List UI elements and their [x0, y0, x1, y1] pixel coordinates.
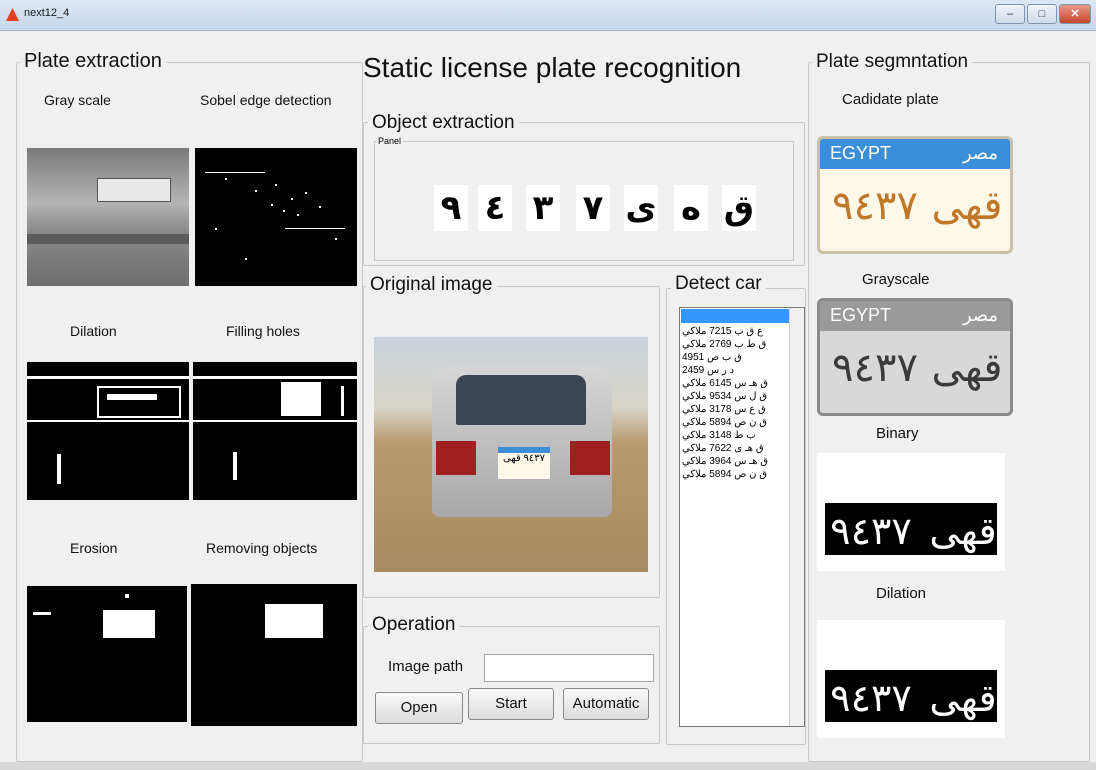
open-button[interactable]: Open — [375, 692, 463, 724]
matlab-app-icon — [6, 8, 19, 21]
original-image-title: Original image — [366, 274, 497, 296]
image-path-label: Image path — [388, 658, 464, 675]
object-extraction-title: Object extraction — [368, 112, 519, 134]
plate-country-text-gray: EGYPT — [830, 305, 892, 325]
plate-letters-text-gray: قهى — [931, 345, 1003, 391]
segmented-char-5: ى — [624, 185, 658, 231]
dilation-letters-text: قهى — [929, 676, 997, 720]
dilation-seg-label: Dilation — [876, 585, 927, 602]
panel-label: Panel — [376, 136, 404, 146]
segmented-char-2: ٤ — [478, 185, 512, 231]
list-selected-row[interactable] — [681, 309, 789, 323]
automatic-button[interactable]: Automatic — [563, 688, 649, 720]
binary-letters-text: قهى — [929, 509, 997, 553]
list-item[interactable]: د ر س 2459 — [682, 365, 786, 376]
detected-plates-list[interactable]: ع ق ب 7215 ملاكي ق ط ب 2769 ملاكي ق ب ص … — [679, 307, 805, 727]
erosion-image — [27, 586, 187, 722]
dilation-plate-image: ٩٤٣٧ قهى — [817, 620, 1005, 738]
list-item[interactable]: ع ق ب 7215 ملاكي — [682, 326, 786, 337]
binary-plate-image: ٩٤٣٧ قهى — [817, 453, 1005, 571]
close-button[interactable]: ✕ — [1059, 4, 1091, 24]
list-item[interactable]: ب ط 3148 ملاكي — [682, 430, 786, 441]
sobel-label: Sobel edge detection — [200, 92, 332, 108]
sobel-edge-image — [195, 148, 357, 286]
grayscale-plate-image: EGYPT مصر ٩٤٣٧ قهى — [817, 298, 1013, 416]
segmented-char-1: ٩ — [434, 185, 468, 231]
gray-scale-label: Gray scale — [44, 92, 111, 108]
tail-light-left — [436, 441, 476, 475]
plate-extraction-title: Plate extraction — [20, 50, 166, 73]
dilation-label: Dilation — [70, 323, 117, 339]
maximize-button[interactable]: □ — [1027, 4, 1057, 24]
image-path-input[interactable] — [484, 654, 654, 682]
filling-holes-image — [193, 362, 357, 500]
list-item[interactable]: ق ن ص 5894 ملاكي — [682, 417, 786, 428]
binary-label: Binary — [876, 425, 919, 442]
segmented-char-3: ٣ — [526, 185, 560, 231]
gray-scale-image — [27, 148, 189, 286]
start-button[interactable]: Start — [468, 688, 554, 720]
list-item[interactable]: ق ط ب 2769 ملاكي — [682, 339, 786, 350]
operation-title: Operation — [368, 614, 460, 636]
segmented-char-6: ه — [674, 185, 708, 231]
list-item[interactable]: ق هـ س 6145 ملاكي — [682, 378, 786, 389]
segmented-char-7: ق — [722, 185, 756, 231]
car-plate: ٩٤٣٧ قهى — [498, 447, 550, 479]
dilation-image — [27, 362, 189, 500]
title-bar: next12_4 – □ ✕ — [0, 0, 1096, 31]
candidate-plate-label: Cadidate plate — [842, 91, 939, 108]
plate-country-ar-text-gray: مصر — [962, 305, 998, 325]
list-scrollbar[interactable] — [789, 308, 804, 726]
removing-objects-image — [191, 584, 357, 726]
window-title: next12_4 — [24, 7, 70, 19]
filling-holes-label: Filling holes — [226, 323, 300, 339]
car-rear-window — [456, 375, 586, 425]
list-item[interactable]: ق ع س 3178 ملاكي — [682, 404, 786, 415]
list-item[interactable]: ق هـ ى 7622 ملاكي — [682, 443, 786, 454]
operation-group — [363, 626, 660, 744]
removing-objects-label: Removing objects — [206, 540, 318, 556]
tail-light-right — [570, 441, 610, 475]
detect-car-title: Detect car — [671, 273, 766, 295]
plate-segmentation-title: Plate segmntation — [812, 51, 973, 73]
candidate-plate-image: EGYPT مصر ٩٤٣٧ قهى — [817, 136, 1013, 254]
list-item[interactable]: ق ب ص 4951 — [682, 352, 786, 363]
original-car-image: ٩٤٣٧ قهى — [374, 337, 648, 572]
minimize-button[interactable]: – — [995, 4, 1025, 24]
erosion-label: Erosion — [70, 540, 118, 556]
list-item[interactable]: ق ل س 9534 ملاكي — [682, 391, 786, 402]
window-bottom-edge — [0, 762, 1096, 770]
grayscale-label: Grayscale — [862, 271, 930, 288]
list-item[interactable]: ق ن ص 5894 ملاكي — [682, 469, 786, 480]
segmented-char-4: ٧ — [576, 185, 610, 231]
plate-letters-text: قهى — [931, 183, 1003, 229]
plate-country-text: EGYPT — [830, 143, 892, 163]
page-title: Static license plate recognition — [363, 52, 742, 83]
plate-country-ar-text: مصر — [962, 143, 998, 163]
list-item[interactable]: ق هـ س 3964 ملاكي — [682, 456, 786, 467]
